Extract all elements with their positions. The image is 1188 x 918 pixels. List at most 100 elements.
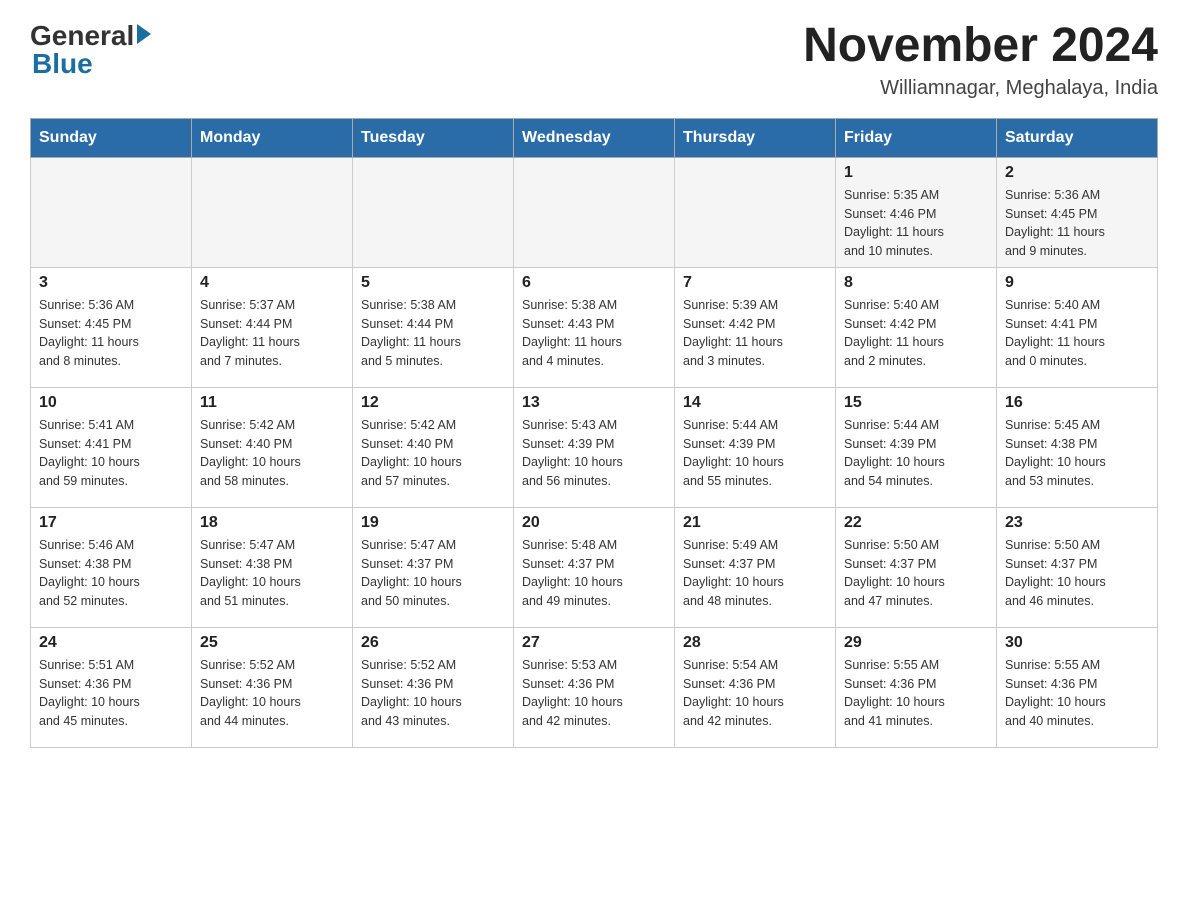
calendar-cell: 17Sunrise: 5:46 AMSunset: 4:38 PMDayligh… [31,507,192,627]
day-info: Sunrise: 5:35 AMSunset: 4:46 PMDaylight:… [844,186,988,261]
calendar-cell: 15 Sunrise: 5:44 AMSunset: 4:39 PMDayligh… [836,387,997,507]
calendar-cell: 6 Sunrise: 5:38 AMSunset: 4:43 PMDaylight… [514,267,675,387]
day-info: Sunrise: 5:44 AMSunset: 4:39 PMDaylight:… [844,416,988,491]
title-block: November 2024 Williamnagar, Meghalaya, I… [803,20,1158,100]
calendar-cell [514,157,675,267]
day-info: Sunrise: 5:36 AMSunset: 4:45 PMDaylight:… [39,296,183,371]
calendar-cell: 29 Sunrise: 5:55 AMSunset: 4:36 PMDayligh… [836,627,997,747]
day-number: 22 [844,514,988,532]
calendar-cell: 13Sunrise: 5:43 AMSunset: 4:39 PMDayligh… [514,387,675,507]
day-number: 14 [683,394,827,412]
calendar-cell: 10Sunrise: 5:41 AMSunset: 4:41 PMDayligh… [31,387,192,507]
location-subtitle: Williamnagar, Meghalaya, India [803,77,1158,100]
day-info: Sunrise: 5:50 AMSunset: 4:37 PMDaylight:… [844,536,988,611]
logo-arrow-icon [137,24,151,44]
calendar-cell: 11Sunrise: 5:42 AMSunset: 4:40 PMDayligh… [192,387,353,507]
day-number: 8 [844,274,988,292]
day-info: Sunrise: 5:40 AMSunset: 4:42 PMDaylight:… [844,296,988,371]
day-number: 1 [844,164,988,182]
calendar-table: Sunday Monday Tuesday Wednesday Thursday… [30,118,1158,748]
day-number: 19 [361,514,505,532]
calendar-cell: 24 Sunrise: 5:51 AMSunset: 4:36 PMDayligh… [31,627,192,747]
day-number: 16 [1005,394,1149,412]
col-wednesday: Wednesday [514,118,675,157]
day-number: 23 [1005,514,1149,532]
day-number: 26 [361,634,505,652]
calendar-cell: 20 Sunrise: 5:48 AMSunset: 4:37 PMDayligh… [514,507,675,627]
day-number: 5 [361,274,505,292]
col-friday: Friday [836,118,997,157]
day-number: 20 [522,514,666,532]
calendar-week-row: 1 Sunrise: 5:35 AMSunset: 4:46 PMDaylight… [31,157,1158,267]
day-info: Sunrise: 5:51 AMSunset: 4:36 PMDaylight:… [39,656,183,731]
calendar-cell: 26Sunrise: 5:52 AMSunset: 4:36 PMDayligh… [353,627,514,747]
logo: General Blue [30,20,151,80]
col-monday: Monday [192,118,353,157]
day-info: Sunrise: 5:42 AMSunset: 4:40 PMDaylight:… [361,416,505,491]
calendar-cell: 27Sunrise: 5:53 AMSunset: 4:36 PMDayligh… [514,627,675,747]
col-thursday: Thursday [675,118,836,157]
day-info: Sunrise: 5:47 AMSunset: 4:38 PMDaylight:… [200,536,344,611]
logo-blue-text: Blue [32,48,93,80]
calendar-week-row: 17Sunrise: 5:46 AMSunset: 4:38 PMDayligh… [31,507,1158,627]
day-info: Sunrise: 5:36 AMSunset: 4:45 PMDaylight:… [1005,186,1149,261]
day-info: Sunrise: 5:52 AMSunset: 4:36 PMDaylight:… [200,656,344,731]
day-info: Sunrise: 5:54 AMSunset: 4:36 PMDaylight:… [683,656,827,731]
calendar-header-row: Sunday Monday Tuesday Wednesday Thursday… [31,118,1158,157]
day-number: 12 [361,394,505,412]
calendar-cell: 7Sunrise: 5:39 AMSunset: 4:42 PMDaylight… [675,267,836,387]
calendar-cell: 5 Sunrise: 5:38 AMSunset: 4:44 PMDaylight… [353,267,514,387]
day-number: 21 [683,514,827,532]
day-info: Sunrise: 5:50 AMSunset: 4:37 PMDaylight:… [1005,536,1149,611]
calendar-cell [192,157,353,267]
calendar-cell [353,157,514,267]
day-info: Sunrise: 5:55 AMSunset: 4:36 PMDaylight:… [844,656,988,731]
day-number: 4 [200,274,344,292]
month-year-title: November 2024 [803,20,1158,73]
col-saturday: Saturday [997,118,1158,157]
day-number: 3 [39,274,183,292]
day-number: 18 [200,514,344,532]
calendar-week-row: 24 Sunrise: 5:51 AMSunset: 4:36 PMDayligh… [31,627,1158,747]
day-info: Sunrise: 5:53 AMSunset: 4:36 PMDaylight:… [522,656,666,731]
day-info: Sunrise: 5:37 AMSunset: 4:44 PMDaylight:… [200,296,344,371]
day-number: 28 [683,634,827,652]
day-info: Sunrise: 5:48 AMSunset: 4:37 PMDaylight:… [522,536,666,611]
day-info: Sunrise: 5:40 AMSunset: 4:41 PMDaylight:… [1005,296,1149,371]
calendar-cell: 14Sunrise: 5:44 AMSunset: 4:39 PMDayligh… [675,387,836,507]
day-info: Sunrise: 5:38 AMSunset: 4:43 PMDaylight:… [522,296,666,371]
day-number: 6 [522,274,666,292]
day-info: Sunrise: 5:55 AMSunset: 4:36 PMDaylight:… [1005,656,1149,731]
calendar-cell: 9Sunrise: 5:40 AMSunset: 4:41 PMDaylight… [997,267,1158,387]
page-header: General Blue November 2024 Williamnagar,… [30,20,1158,100]
calendar-cell: 12 Sunrise: 5:42 AMSunset: 4:40 PMDayligh… [353,387,514,507]
day-info: Sunrise: 5:46 AMSunset: 4:38 PMDaylight:… [39,536,183,611]
calendar-cell: 1 Sunrise: 5:35 AMSunset: 4:46 PMDaylight… [836,157,997,267]
day-info: Sunrise: 5:41 AMSunset: 4:41 PMDaylight:… [39,416,183,491]
day-info: Sunrise: 5:38 AMSunset: 4:44 PMDaylight:… [361,296,505,371]
day-info: Sunrise: 5:47 AMSunset: 4:37 PMDaylight:… [361,536,505,611]
calendar-cell [675,157,836,267]
calendar-cell: 18 Sunrise: 5:47 AMSunset: 4:38 PMDayligh… [192,507,353,627]
calendar-cell: 28 Sunrise: 5:54 AMSunset: 4:36 PMDayligh… [675,627,836,747]
calendar-week-row: 10Sunrise: 5:41 AMSunset: 4:41 PMDayligh… [31,387,1158,507]
day-number: 7 [683,274,827,292]
day-number: 29 [844,634,988,652]
day-number: 2 [1005,164,1149,182]
day-number: 15 [844,394,988,412]
calendar-cell: 21Sunrise: 5:49 AMSunset: 4:37 PMDayligh… [675,507,836,627]
col-sunday: Sunday [31,118,192,157]
day-number: 30 [1005,634,1149,652]
calendar-week-row: 3 Sunrise: 5:36 AMSunset: 4:45 PMDaylight… [31,267,1158,387]
calendar-cell: 25 Sunrise: 5:52 AMSunset: 4:36 PMDayligh… [192,627,353,747]
calendar-cell: 30 Sunrise: 5:55 AMSunset: 4:36 PMDayligh… [997,627,1158,747]
calendar-cell: 3 Sunrise: 5:36 AMSunset: 4:45 PMDaylight… [31,267,192,387]
calendar-cell: 4 Sunrise: 5:37 AMSunset: 4:44 PMDaylight… [192,267,353,387]
col-tuesday: Tuesday [353,118,514,157]
day-number: 25 [200,634,344,652]
day-number: 24 [39,634,183,652]
calendar-cell: 22 Sunrise: 5:50 AMSunset: 4:37 PMDayligh… [836,507,997,627]
calendar-cell [31,157,192,267]
day-number: 11 [200,394,344,412]
calendar-cell: 19 Sunrise: 5:47 AMSunset: 4:37 PMDayligh… [353,507,514,627]
